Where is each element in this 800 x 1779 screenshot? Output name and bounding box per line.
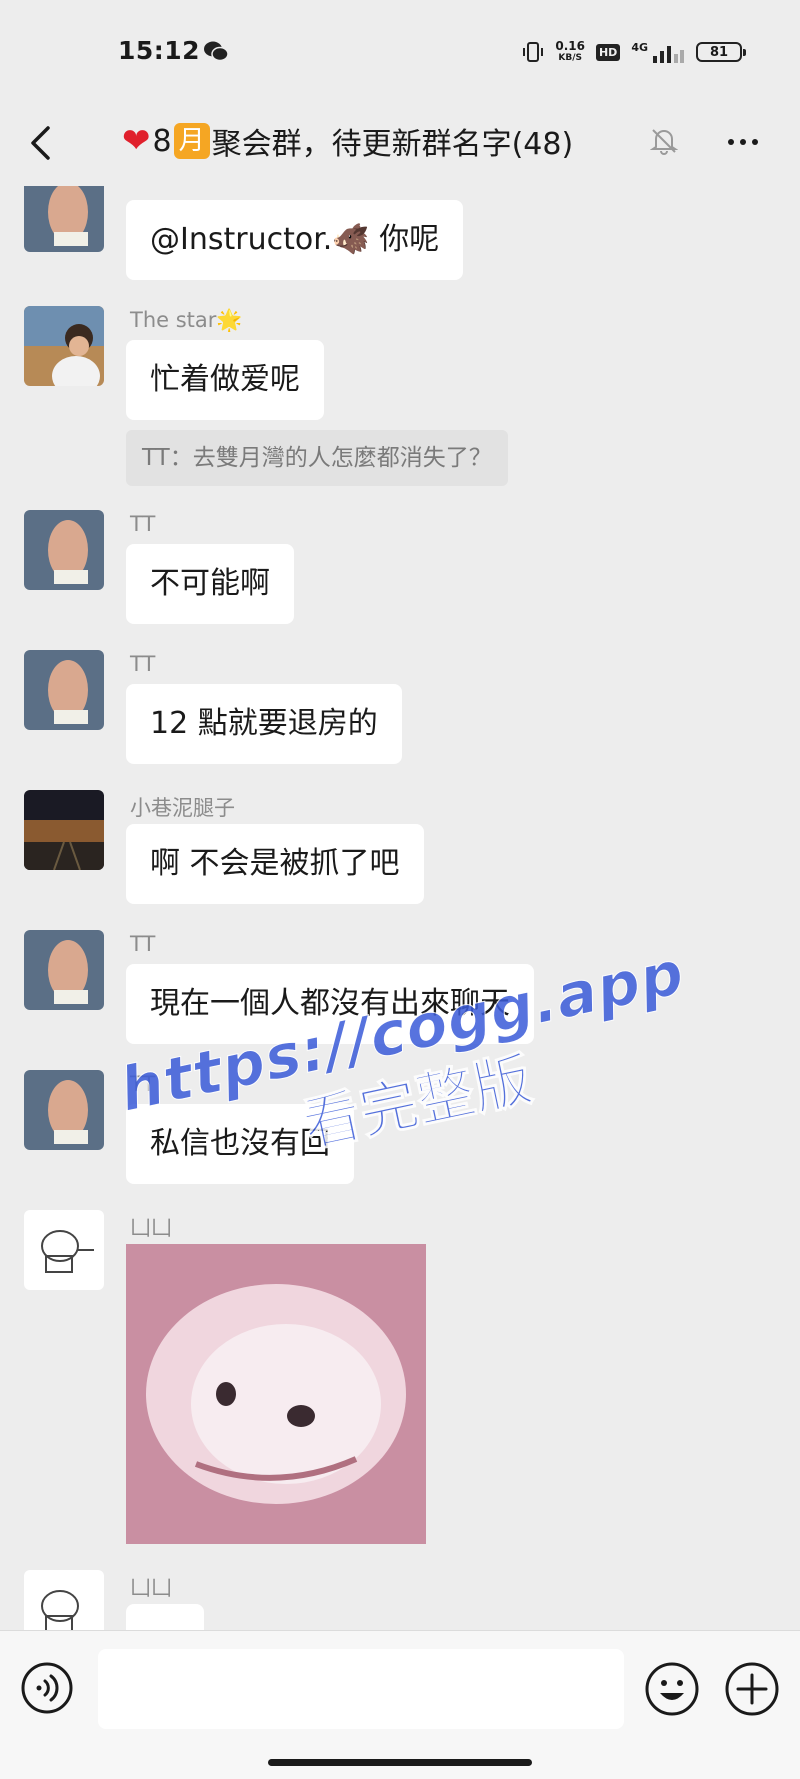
- quoted-message[interactable]: TT：去雙月灣的人怎麼都消失了？: [126, 430, 508, 486]
- back-icon: [31, 126, 50, 160]
- avatar-uu[interactable]: [24, 1210, 104, 1290]
- month-badge: 月: [173, 123, 210, 159]
- sender-name: TT: [130, 652, 156, 676]
- mute-bell-icon: [650, 129, 678, 155]
- sender-name: TT: [130, 512, 156, 536]
- title-text: 聚会群，待更新群名字(48): [211, 127, 574, 162]
- sender-name: TT: [130, 1072, 156, 1096]
- input-bar: [0, 1630, 800, 1779]
- chat-header: ❤ 8 月 聚会群，待更新群名字(48): [0, 100, 800, 186]
- avatar-tt[interactable]: [24, 1070, 104, 1150]
- chat-area[interactable]: @Instructor.🐗 你呢 The star🌟 忙着做爱呢 TT：去雙月灣…: [0, 186, 800, 1630]
- signal-icon: [653, 46, 684, 63]
- message-bubble[interactable]: 現在一個人都沒有出來聊天: [126, 964, 534, 1044]
- vibrate-icon: [523, 42, 544, 62]
- heart-emoji-icon: ❤: [122, 121, 151, 161]
- more-button[interactable]: [720, 124, 766, 160]
- plus-icon[interactable]: [724, 1661, 780, 1717]
- message-bubble[interactable]: 12 點就要退房的: [126, 684, 402, 764]
- hd-badge: HD: [595, 43, 621, 61]
- back-button[interactable]: [20, 120, 60, 166]
- message-input[interactable]: [98, 1649, 624, 1729]
- avatar-uu[interactable]: [24, 1570, 104, 1630]
- more-icon: [728, 139, 734, 145]
- network-type: 4G: [631, 40, 648, 54]
- avatar-xiaoxiang[interactable]: [24, 790, 104, 870]
- avatar-tt[interactable]: [24, 510, 104, 590]
- message-bubble[interactable]: 忙着做爱呢: [126, 340, 324, 420]
- status-icons: 0.16 KB/S HD 4G 81: [522, 38, 746, 66]
- sender-name: 凵凵: [130, 1216, 172, 1240]
- sticker-image[interactable]: [126, 1244, 426, 1544]
- title-prefix: 8: [152, 123, 172, 159]
- message-bubble[interactable]: 私信也沒有回: [126, 1104, 354, 1184]
- sender-name: The star🌟: [130, 308, 243, 332]
- home-indicator[interactable]: [268, 1759, 532, 1766]
- message-bubble[interactable]: 不可能啊: [126, 544, 294, 624]
- message-bubble[interactable]: [126, 1604, 204, 1630]
- emoji-icon[interactable]: [644, 1661, 700, 1717]
- message-bubble[interactable]: @Instructor.🐗 你呢: [126, 200, 464, 280]
- status-time: 15:12: [118, 36, 201, 65]
- sender-name: 小巷泥腿子: [130, 796, 235, 820]
- chat-title: ❤ 8 月 聚会群，待更新群名字(48): [122, 118, 573, 164]
- battery-icon: 81: [696, 42, 746, 62]
- message-bubble[interactable]: 啊 不会是被抓了吧: [126, 824, 424, 904]
- net-speed: 0.16 KB/S: [555, 39, 585, 63]
- sender-name: TT: [130, 932, 156, 956]
- status-bar: 15:12 0.16 KB/S HD 4G 81: [0, 0, 800, 100]
- wechat-icon: [204, 41, 229, 62]
- avatar-tt[interactable]: [24, 650, 104, 730]
- avatar-the-star[interactable]: [24, 306, 104, 386]
- avatar-tt[interactable]: [24, 186, 104, 252]
- sender-name: 凵凵: [130, 1576, 172, 1600]
- avatar-tt[interactable]: [24, 930, 104, 1010]
- voice-icon[interactable]: [20, 1661, 74, 1715]
